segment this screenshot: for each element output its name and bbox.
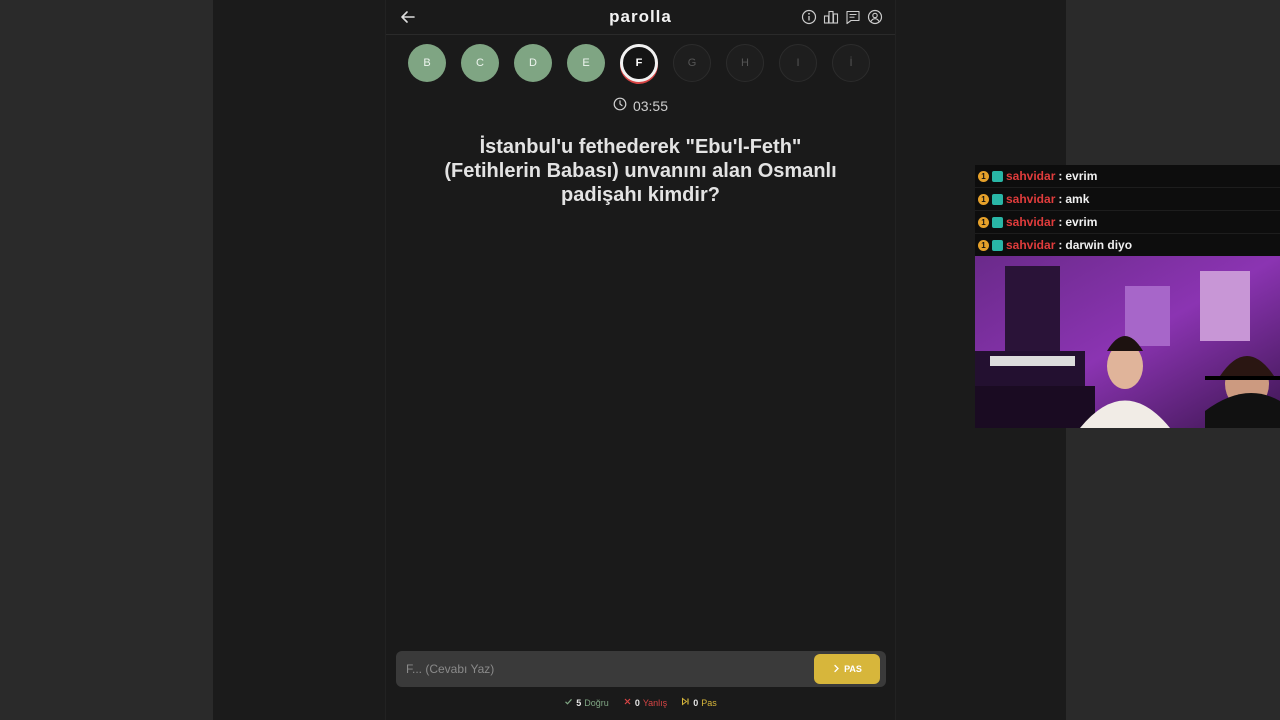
answer-bar: PAS xyxy=(396,651,886,687)
x-icon xyxy=(623,697,632,708)
info-icon[interactable] xyxy=(801,9,817,25)
wrong-stat: 0 Yanlış xyxy=(623,697,667,708)
stats-bar: 5 Doğru 0 Yanlış 0 Pas xyxy=(386,697,895,708)
pass-label: Pas xyxy=(701,697,717,708)
chat-username[interactable]: sahvidar xyxy=(1006,169,1055,183)
top-icons xyxy=(801,9,883,25)
pass-count: 0 xyxy=(693,697,699,708)
chevron-right-icon xyxy=(832,664,841,675)
letter-done: C xyxy=(461,44,499,82)
letter-todo: I xyxy=(779,44,817,82)
check-icon xyxy=(564,697,573,708)
clock-icon xyxy=(613,97,627,114)
skip-icon xyxy=(681,697,690,708)
pas-button[interactable]: PAS xyxy=(814,654,880,684)
wrong-label: Yanlış xyxy=(642,697,668,708)
chat-icon[interactable] xyxy=(845,9,861,25)
left-background xyxy=(0,0,213,720)
chat-username[interactable]: sahvidar xyxy=(1006,192,1055,206)
correct-label: Doğru xyxy=(584,697,609,708)
letter-todo: G xyxy=(673,44,711,82)
badge-icon: 1 xyxy=(978,193,989,205)
pass-stat: 0 Pas xyxy=(681,697,717,708)
letter-current: F xyxy=(620,44,658,82)
user-icon[interactable] xyxy=(867,9,883,25)
game-panel: parolla BCDEFGHIİ 03:55 İstanbul'u fethe… xyxy=(385,0,896,720)
chat-colon: : xyxy=(1058,192,1063,206)
webcam-feed xyxy=(975,256,1280,428)
chat-colon: : xyxy=(1058,215,1063,229)
badge-icon: 1 xyxy=(978,170,989,182)
webcam-image xyxy=(975,256,1280,428)
chat-colon: : xyxy=(1058,238,1063,252)
badge-icon: 1 xyxy=(978,239,989,251)
letter-progress: BCDEFGHIİ xyxy=(408,44,870,82)
leaderboard-icon[interactable] xyxy=(823,9,839,25)
chat-text: evrim xyxy=(1065,169,1098,183)
chat-username[interactable]: sahvidar xyxy=(1006,238,1055,252)
question-text: İstanbul'u fethederek "Ebu'l-Feth" (Feti… xyxy=(444,136,837,206)
chat-username[interactable]: sahvidar xyxy=(1006,215,1055,229)
letter-done: E xyxy=(567,44,605,82)
badge-icon: 1 xyxy=(978,216,989,228)
letter-done: D xyxy=(514,44,552,82)
timer-value: 03:55 xyxy=(632,97,669,114)
correct-count: 5 xyxy=(576,697,582,708)
letter-todo: İ xyxy=(832,44,870,82)
timer: 03:55 xyxy=(386,97,895,114)
chat-text: amk xyxy=(1065,192,1090,206)
subscriber-badge-icon xyxy=(992,216,1003,228)
chat-message: 1 sahvidar: darwin diyo xyxy=(975,234,1280,257)
pas-button-label: PAS xyxy=(844,664,862,674)
subscriber-badge-icon xyxy=(992,193,1003,205)
chat-colon: : xyxy=(1058,169,1063,183)
answer-input[interactable] xyxy=(396,651,806,687)
chat-message: 1 sahvidar: amk xyxy=(975,188,1280,211)
stream-chat: 1 sahvidar: evrim 1 sahvidar: amk 1 sahvidar: ev… xyxy=(975,165,1280,257)
chat-text: evrim xyxy=(1065,215,1098,229)
letter-todo: H xyxy=(726,44,764,82)
subscriber-badge-icon xyxy=(992,239,1003,251)
letter-done: B xyxy=(408,44,446,82)
wrong-count: 0 xyxy=(634,697,640,708)
chat-text: darwin diyo xyxy=(1065,238,1133,252)
correct-stat: 5 Doğru xyxy=(564,697,609,708)
chat-message: 1 sahvidar: evrim xyxy=(975,211,1280,234)
top-bar: parolla xyxy=(386,0,895,35)
chat-message: 1 sahvidar: evrim xyxy=(975,165,1280,188)
subscriber-badge-icon xyxy=(992,170,1003,182)
